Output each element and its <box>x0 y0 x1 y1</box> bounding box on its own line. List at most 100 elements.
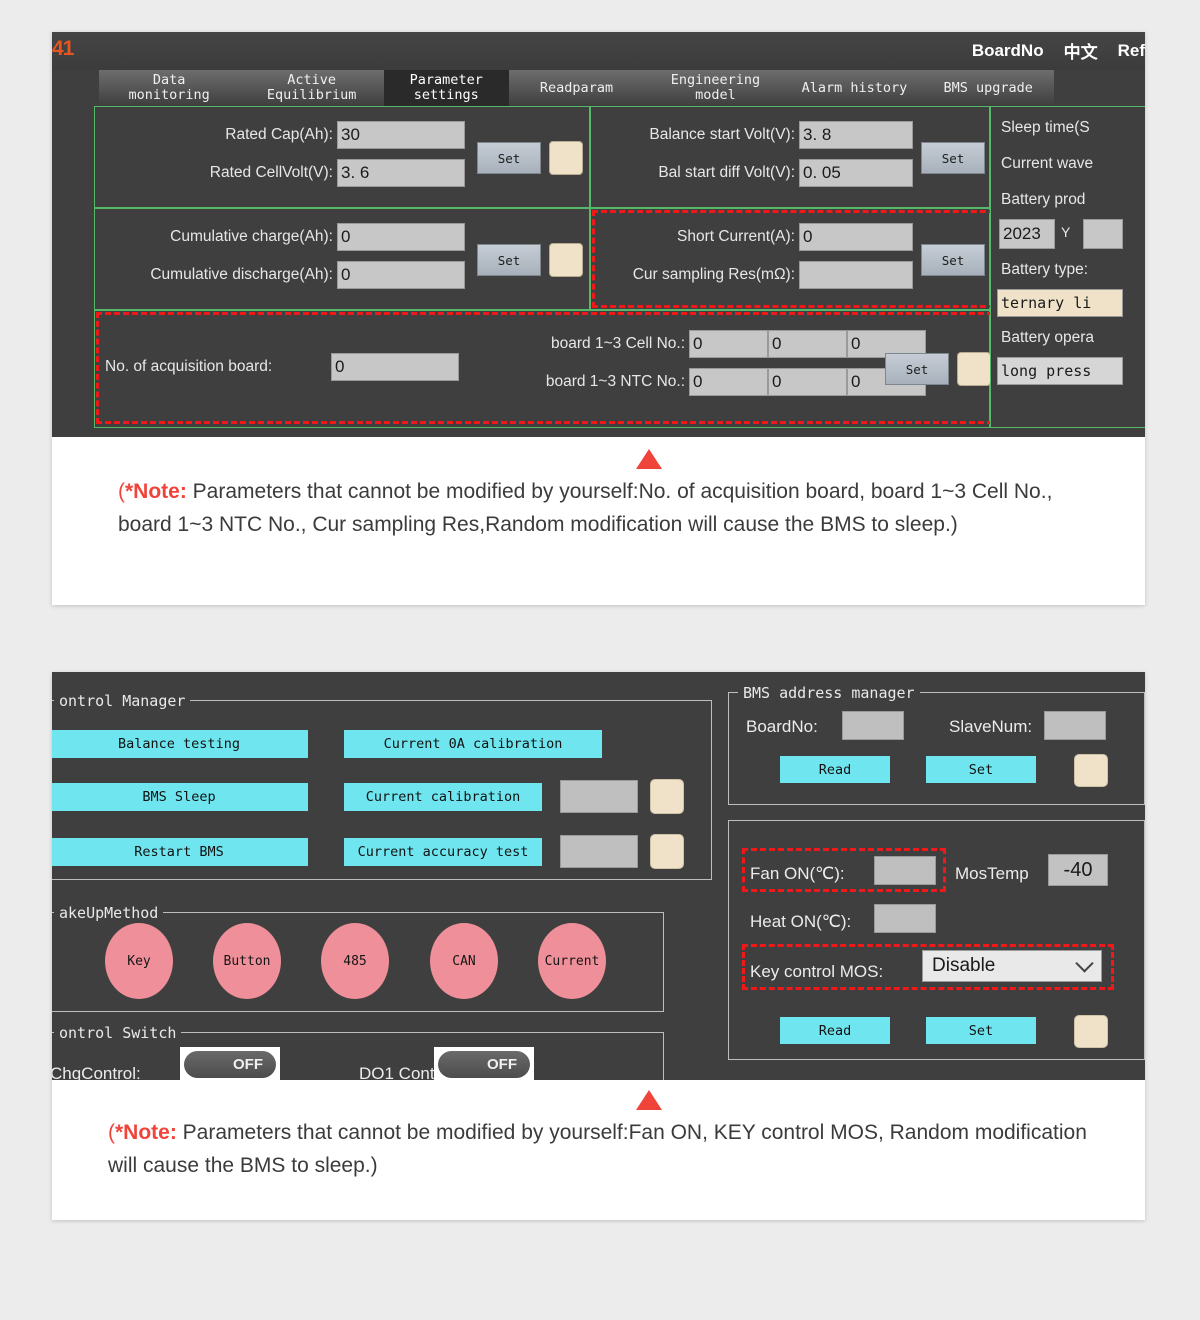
wakeup-option-key[interactable]: Key <box>105 923 173 999</box>
input-cur-sampling-res[interactable] <box>799 261 913 289</box>
input-balance-start-volt[interactable]: 3. 8 <box>799 121 913 149</box>
input-heat-on[interactable] <box>874 904 936 933</box>
input-no-of-acquisition-board[interactable]: 0 <box>331 353 459 381</box>
tab-active-equilibrium[interactable]: Active Equilibrium <box>239 70 384 106</box>
status-led-temp <box>1074 1015 1108 1048</box>
set-button-acquisition[interactable]: Set <box>885 353 949 385</box>
label-board-ntc-no: board 1~3 NTC No.: <box>545 373 685 390</box>
label-cur-sampling-res: Cur sampling Res(mΩ): <box>632 266 795 283</box>
tab-parameter-settings[interactable]: Parameter settings <box>383 70 509 106</box>
button-restart-bms[interactable]: Restart BMS <box>52 838 308 866</box>
callout-arrow-icon <box>636 1090 662 1110</box>
input-production-year[interactable]: 2023 <box>999 219 1055 249</box>
button-current-calibration[interactable]: Current calibration <box>344 783 542 811</box>
set-button-short-current[interactable]: Set <box>921 244 985 276</box>
input-short-current[interactable]: 0 <box>799 223 913 251</box>
toggle-do1-control[interactable]: OFF <box>434 1047 534 1080</box>
legend-control-switch: ontrol Switch <box>54 1024 182 1042</box>
tab-engineering-model[interactable]: Engineering model <box>644 70 786 106</box>
button-bms-sleep[interactable]: BMS Sleep <box>52 783 308 811</box>
set-button-cumulative[interactable]: Set <box>477 244 541 276</box>
input-current-accuracy-value[interactable] <box>560 835 638 868</box>
wakeup-option-current[interactable]: Current <box>538 923 606 999</box>
input-fan-on[interactable] <box>874 856 936 885</box>
label-battery-operation: Battery opera <box>1001 329 1095 346</box>
parameter-settings-content: Rated Cap(Ah): 30 Rated CellVolt(V): 3. … <box>52 106 1145 437</box>
select-battery-type[interactable]: ternary li <box>997 289 1123 317</box>
page-root: 41 BoardNo 中文 Ref Data monitoring Active… <box>0 0 1200 1320</box>
label-battery-type: Battery type: <box>1001 261 1089 278</box>
input-current-calibration-value[interactable] <box>560 780 638 813</box>
button-balance-testing[interactable]: Balance testing <box>52 730 308 758</box>
label-rated-cellvolt: Rated CellVolt(V): <box>209 164 333 181</box>
label-board-cell-no: board 1~3 Cell No.: <box>551 335 685 352</box>
label-production-year-unit: Y <box>1061 224 1071 240</box>
input-board2-ntc-no[interactable]: 0 <box>768 368 847 396</box>
button-read-temp[interactable]: Read <box>780 1017 890 1044</box>
note-text-1: (*Note: Parameters that cannot be modifi… <box>118 475 1098 541</box>
note2-paren: ( <box>108 1121 115 1144</box>
wakeup-option-button[interactable]: Button <box>213 923 281 999</box>
label-key-control-mos: Key control MOS: <box>750 962 884 981</box>
bms-app-window-engineering-controls: ontrol Manager Balance testing BMS Sleep… <box>52 672 1145 1080</box>
wakeup-option-485[interactable]: 485 <box>321 923 389 999</box>
note2-body: Parameters that cannot be modified by yo… <box>108 1121 1087 1177</box>
label-balance-start-volt: Balance start Volt(V): <box>649 126 795 143</box>
input-slave-num[interactable] <box>1044 711 1106 740</box>
label-rated-cap: Rated Cap(Ah): <box>225 126 333 143</box>
input-bal-start-diff-volt[interactable]: 0. 05 <box>799 159 913 187</box>
label-fan-on: Fan ON(℃): <box>750 864 845 883</box>
input-cumulative-discharge[interactable]: 0 <box>337 261 465 289</box>
label-battery-production-date: Battery prod <box>1001 191 1086 208</box>
label-cumulative-charge: Cumulative charge(Ah): <box>170 228 333 245</box>
legend-wakeup-method: akeUpMethod <box>54 904 164 922</box>
set-button-balance[interactable]: Set <box>921 142 985 174</box>
tab-alarm-history[interactable]: Alarm history <box>787 70 923 106</box>
button-current-0a-calibration[interactable]: Current 0A calibration <box>344 730 602 758</box>
group-balance-volt: Balance start Volt(V): 3. 8 Bal start di… <box>590 106 1027 208</box>
toggle-do1-control-state: OFF <box>438 1051 530 1078</box>
toggle-chg-control-state: OFF <box>184 1051 276 1078</box>
status-led-capacity <box>549 141 583 175</box>
button-read-address[interactable]: Read <box>780 756 890 783</box>
legend-bms-address-manager: BMS address manager <box>738 684 920 702</box>
window-corner-id: 41 <box>52 37 74 60</box>
tab-bms-upgrade[interactable]: BMS upgrade <box>922 70 1054 106</box>
input-rated-cap[interactable]: 30 <box>337 121 465 149</box>
input-board1-ntc-no[interactable]: 0 <box>689 368 768 396</box>
wakeup-option-can[interactable]: CAN <box>430 923 498 999</box>
main-tabbar[interactable]: Data monitoring Active Equilibrium Param… <box>99 70 1054 106</box>
select-battery-operation[interactable]: long press <box>997 357 1123 385</box>
group-rated-capacity: Rated Cap(Ah): 30 Rated CellVolt(V): 3. … <box>94 106 590 208</box>
status-led-current-accuracy <box>650 834 684 869</box>
input-cumulative-charge[interactable]: 0 <box>337 223 465 251</box>
button-set-temp[interactable]: Set <box>926 1017 1036 1044</box>
callout-arrow-icon <box>636 449 662 469</box>
label-mos-temp: MosTemp <box>955 864 1029 883</box>
button-set-address[interactable]: Set <box>926 756 1036 783</box>
button-current-accuracy-test[interactable]: Current accuracy test <box>344 838 542 866</box>
refresh-button[interactable]: Ref <box>1118 41 1145 61</box>
group-acquisition-board: No. of acquisition board: 0 board 1~3 Ce… <box>94 310 991 428</box>
legend-control-manager: ontrol Manager <box>54 692 191 710</box>
input-rated-cellvolt[interactable]: 3. 6 <box>337 159 465 187</box>
select-key-control-mos-value: Disable <box>932 955 996 976</box>
input-board2-cell-no[interactable]: 0 <box>768 330 847 358</box>
screenshot-card-engineering-controls: ontrol Manager Balance testing BMS Sleep… <box>52 672 1145 1220</box>
group-right-column: Sleep time(S Current wave Battery prod 2… <box>990 106 1145 428</box>
group-bms-address-manager <box>728 692 1145 805</box>
board-no-indicator[interactable]: BoardNo <box>972 41 1044 61</box>
status-led-current-calibration <box>650 779 684 814</box>
tab-readparam[interactable]: Readparam <box>509 70 645 106</box>
label-sleep-time: Sleep time(S <box>1001 119 1090 136</box>
set-button-capacity[interactable]: Set <box>477 142 541 174</box>
screenshot-card-parameter-settings: 41 BoardNo 中文 Ref Data monitoring Active… <box>52 32 1145 605</box>
input-board-no[interactable] <box>842 711 904 740</box>
input-production-month[interactable] <box>1083 219 1123 249</box>
select-key-control-mos[interactable]: Disable <box>922 950 1102 982</box>
note-block-2: (*Note: Parameters that cannot be modifi… <box>52 1080 1145 1220</box>
tab-data-monitoring[interactable]: Data monitoring <box>99 70 239 106</box>
toggle-chg-control[interactable]: OFF <box>180 1047 280 1080</box>
input-board1-cell-no[interactable]: 0 <box>689 330 768 358</box>
language-toggle-chinese[interactable]: 中文 <box>1064 38 1098 63</box>
